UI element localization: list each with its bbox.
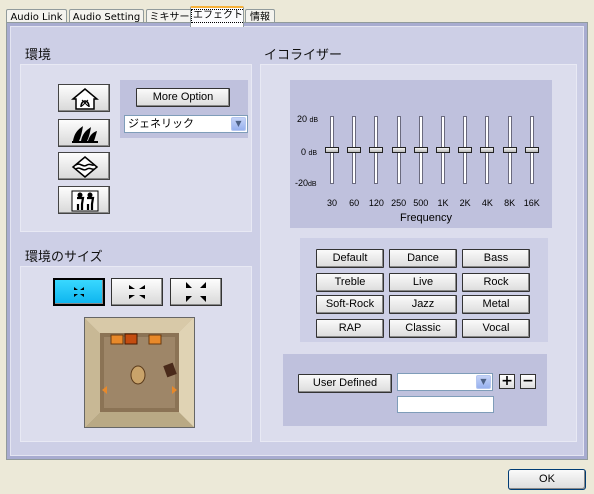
ok-button[interactable]: OK xyxy=(508,469,586,490)
tab-effect[interactable]: エフェクト xyxy=(190,6,244,27)
preset-button-rap[interactable]: RAP xyxy=(316,319,384,338)
eq-frequency-label: 8K xyxy=(504,198,516,208)
opera-house-icon xyxy=(72,126,98,143)
eq-frequency-label: 2K xyxy=(459,198,471,208)
room-preview xyxy=(84,317,195,428)
env-opera-button[interactable] xyxy=(58,119,110,147)
people-icon xyxy=(71,190,99,212)
room-illustration xyxy=(85,318,194,427)
preset-button-classic[interactable]: Classic xyxy=(389,319,457,338)
environment-size-title: 環境のサイズ xyxy=(25,250,103,265)
environment-title: 環境 xyxy=(25,48,52,63)
preset-button-metal[interactable]: Metal xyxy=(462,295,530,314)
env-people-button[interactable] xyxy=(58,186,110,214)
eq-frequency-label: 16K xyxy=(523,198,540,208)
preset-button-dance[interactable]: Dance xyxy=(389,249,457,268)
eq-slider-knob[interactable] xyxy=(391,147,406,153)
preset-button-live[interactable]: Live xyxy=(389,273,457,292)
preset-button-soft-rock[interactable]: Soft-Rock xyxy=(316,295,384,314)
eq-slider-knob[interactable] xyxy=(369,147,384,153)
eq-frequency-label: 30 xyxy=(326,198,337,208)
size-large-button[interactable] xyxy=(170,278,222,306)
eq-frequency-label: 500 xyxy=(413,198,429,208)
remove-preset-button[interactable]: − xyxy=(520,374,536,389)
eq-slider-knob[interactable] xyxy=(458,147,473,153)
size-small-button[interactable] xyxy=(53,278,105,306)
size-large-icon xyxy=(186,282,206,302)
eq-frequency-label: 120 xyxy=(368,198,384,208)
eq-slider-knob[interactable] xyxy=(524,147,539,153)
equalizer-title: イコライザー xyxy=(264,48,343,63)
environment-select-value: ジェネリック xyxy=(128,117,194,130)
preset-button-rock[interactable]: Rock xyxy=(462,273,530,292)
tab-label: エフェクト xyxy=(191,9,243,23)
eq-slider-knob[interactable] xyxy=(347,147,362,153)
user-defined-button[interactable]: User Defined xyxy=(298,374,392,393)
preset-button-vocal[interactable]: Vocal xyxy=(462,319,530,338)
eq-frequency-label: 1K xyxy=(437,198,449,208)
eq-frequency-label: 250 xyxy=(391,198,407,208)
add-preset-button[interactable]: + xyxy=(499,374,515,389)
preset-button-default[interactable]: Default xyxy=(316,249,384,268)
eq-slider-knob[interactable] xyxy=(480,147,495,153)
eq-slider-knob[interactable] xyxy=(413,147,428,153)
db-label-bottom: -20dB xyxy=(295,178,317,188)
size-small-icon xyxy=(74,287,84,297)
environment-select[interactable]: ジェネリック ▼ xyxy=(124,115,248,133)
size-medium-button[interactable] xyxy=(111,278,163,306)
env-house-button[interactable] xyxy=(58,84,110,112)
more-option-button[interactable]: More Option xyxy=(136,88,230,107)
db-label-mid: 0 dB xyxy=(301,147,318,157)
eq-frequency-label: 60 xyxy=(349,198,360,208)
eq-slider-knob[interactable] xyxy=(502,147,517,153)
user-defined-name-input[interactable] xyxy=(397,396,494,413)
underwater-icon xyxy=(71,156,99,178)
preset-button-jazz[interactable]: Jazz xyxy=(389,295,457,314)
chevron-down-icon[interactable]: ▼ xyxy=(476,375,491,389)
chevron-down-icon[interactable]: ▼ xyxy=(231,117,246,131)
size-medium-icon xyxy=(129,285,145,299)
house-icon xyxy=(71,88,99,110)
eq-slider-knob[interactable] xyxy=(436,147,450,153)
preset-button-treble[interactable]: Treble xyxy=(316,273,384,292)
db-label-top: 20 dB xyxy=(297,114,319,124)
preset-button-bass[interactable]: Bass xyxy=(462,249,530,268)
env-underwater-button[interactable] xyxy=(58,152,110,180)
eq-frequency-label: 4K xyxy=(481,198,493,208)
frequency-axis-label: Frequency xyxy=(400,212,452,224)
user-defined-select[interactable]: ▼ xyxy=(397,373,493,391)
eq-slider-knob[interactable] xyxy=(325,147,339,153)
